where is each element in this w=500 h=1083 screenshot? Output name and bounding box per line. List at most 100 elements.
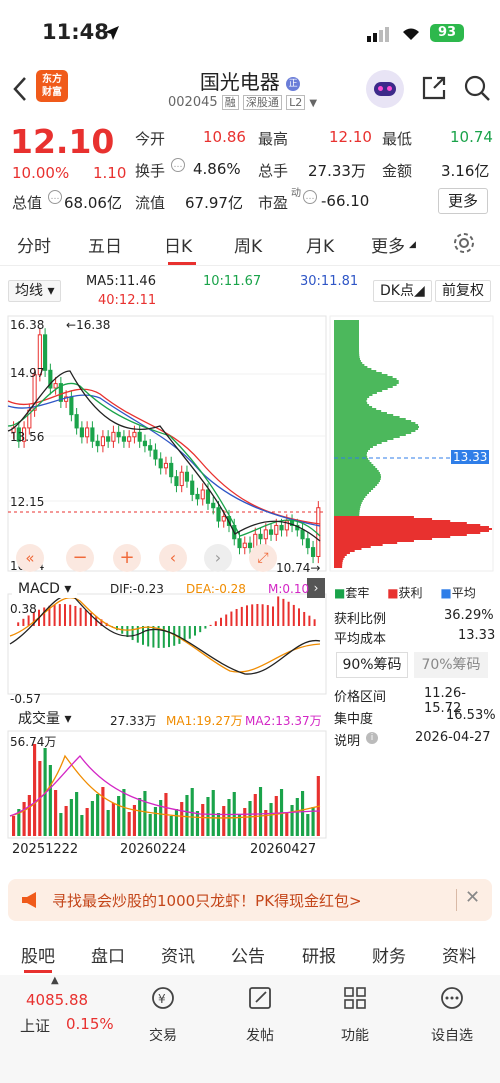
functions-grid-icon[interactable] xyxy=(342,985,368,1011)
amount-value: 3.16亿 xyxy=(441,162,490,180)
tab-finance[interactable]: 财务 xyxy=(372,942,406,967)
chip-bar xyxy=(334,514,360,516)
info-icon[interactable]: … xyxy=(48,190,62,204)
volume-bar xyxy=(90,801,94,836)
index-name[interactable]: 上证 xyxy=(20,1015,50,1036)
macd-dif: DIF:-0.23 xyxy=(110,582,164,596)
chip-bar xyxy=(334,560,343,562)
chip-bar xyxy=(334,348,360,350)
chip-bar xyxy=(334,502,362,504)
chip-bar xyxy=(334,414,394,416)
collapse-panel-icon[interactable]: › xyxy=(307,578,325,598)
volume-bar xyxy=(127,812,131,836)
index-pct[interactable]: 0.15% xyxy=(66,1015,114,1033)
tab-daily-k[interactable]: 日K xyxy=(164,232,192,257)
chips-70-button[interactable]: 70%筹码 xyxy=(414,652,488,678)
volume-bar xyxy=(295,798,299,836)
candle-body xyxy=(100,436,105,447)
expand-icon[interactable]: ⤢ xyxy=(249,544,277,572)
megaphone-icon xyxy=(22,892,36,908)
float-value: 67.97亿 xyxy=(185,194,243,212)
chip-bar xyxy=(334,324,359,326)
info-icon[interactable]: i xyxy=(366,732,378,744)
chip-bar xyxy=(334,360,361,362)
tab-more[interactable]: 更多 xyxy=(371,232,405,257)
last-price: 12.10 xyxy=(10,122,115,161)
chip-bar xyxy=(334,536,451,538)
macd-select[interactable]: MACD ▾ xyxy=(12,580,78,598)
tab-five-day[interactable]: 五日 xyxy=(88,232,122,257)
post-edit-icon[interactable] xyxy=(247,985,273,1011)
price-range-label: 价格区间 xyxy=(334,690,387,705)
macd-bar xyxy=(147,626,150,647)
more-dots-icon[interactable] xyxy=(439,985,465,1011)
zoom-out-icon[interactable]: − xyxy=(66,544,94,572)
search-icon[interactable] xyxy=(463,74,491,102)
step-right-icon[interactable]: › xyxy=(204,544,232,572)
macd-bar xyxy=(246,605,248,626)
scroll-left-fast-icon[interactable]: « xyxy=(16,544,44,572)
settings-gear-icon[interactable] xyxy=(452,231,476,255)
chip-bar xyxy=(334,550,355,552)
high-label: 最高 xyxy=(258,130,289,148)
candle-body xyxy=(190,480,195,495)
chip-bar xyxy=(334,522,467,524)
chip-bar xyxy=(334,436,400,438)
index-value[interactable]: 4085.88 xyxy=(26,991,88,1009)
info-icon[interactable]: … xyxy=(303,190,317,204)
high-value: 12.10 xyxy=(329,128,372,146)
chip-bar xyxy=(334,468,378,470)
trade-yuan-icon[interactable]: ¥ xyxy=(150,985,176,1011)
avatar[interactable] xyxy=(366,70,404,108)
footer-trade[interactable]: 交易 xyxy=(133,1025,193,1045)
candle-body xyxy=(268,529,274,535)
promo-banner[interactable]: 寻找最会炒股的1000只龙虾！PK得现金红包> ✕ xyxy=(8,879,492,921)
tab-orderbook[interactable]: 盘口 xyxy=(91,942,125,967)
chip-bar xyxy=(334,428,419,430)
volume-bar xyxy=(12,816,16,836)
more-button[interactable]: 更多 xyxy=(438,188,488,214)
candle-body xyxy=(205,489,211,504)
chip-bar xyxy=(334,564,343,566)
chips-90-button[interactable]: 90%筹码 xyxy=(336,652,408,678)
volume-bar xyxy=(169,816,173,836)
volume-bar xyxy=(253,794,257,836)
info-icon[interactable]: … xyxy=(171,158,185,172)
chip-bar xyxy=(334,410,382,412)
chip-bar xyxy=(334,424,419,426)
chip-bar xyxy=(334,532,481,534)
volume-bar xyxy=(33,744,37,836)
tab-forum[interactable]: 股吧 xyxy=(21,942,55,967)
candle-body xyxy=(158,458,163,469)
high-marker-value: 16.38 xyxy=(76,318,111,332)
candle-body xyxy=(53,383,58,389)
chip-bar xyxy=(334,448,371,450)
wifi-icon xyxy=(403,28,419,40)
footer-watchlist[interactable]: 设自选 xyxy=(422,1025,482,1045)
footer-functions[interactable]: 功能 xyxy=(325,1025,385,1045)
tab-news[interactable]: 资讯 xyxy=(161,942,195,967)
candle-body xyxy=(263,529,268,540)
step-left-icon[interactable]: ‹ xyxy=(159,544,187,572)
footer-post[interactable]: 发帖 xyxy=(230,1025,290,1045)
profit-ratio-value: 36.29% xyxy=(444,608,494,623)
tab-monthly-k[interactable]: 月K xyxy=(306,232,334,257)
macd-bar xyxy=(303,611,306,626)
candle-body xyxy=(279,524,284,531)
chip-bar xyxy=(334,562,343,564)
close-icon[interactable]: ✕ xyxy=(465,887,480,908)
zoom-in-icon[interactable]: + xyxy=(113,544,141,572)
volume-bar xyxy=(80,815,84,836)
tab-announcements[interactable]: 公告 xyxy=(231,942,265,967)
tab-research[interactable]: 研报 xyxy=(302,942,336,967)
macd-m: M:0.10 xyxy=(268,582,310,596)
tab-minute[interactable]: 分时 xyxy=(17,232,51,257)
volume-bar xyxy=(143,791,147,836)
volume-bar xyxy=(180,802,184,836)
candle-body xyxy=(211,502,216,509)
chip-bar xyxy=(334,366,368,368)
tab-weekly-k[interactable]: 周K xyxy=(234,232,262,257)
share-icon[interactable] xyxy=(420,74,448,102)
tab-profile[interactable]: 资料 xyxy=(442,942,476,967)
volume-select[interactable]: 成交量 ▾ xyxy=(12,710,78,728)
